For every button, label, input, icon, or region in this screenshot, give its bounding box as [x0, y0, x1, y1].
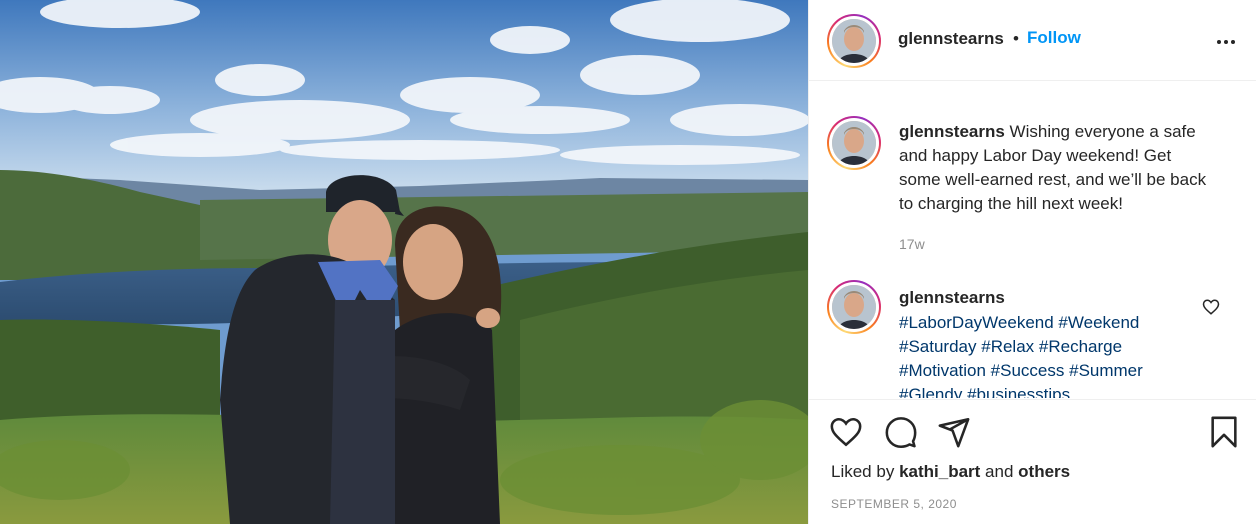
- liked-by-and: and: [985, 462, 1014, 481]
- avatar[interactable]: [827, 14, 881, 68]
- hashtag-link[interactable]: #Recharge: [1039, 337, 1122, 356]
- post-header: glennstearns • Follow: [809, 0, 1256, 81]
- hashtag-link[interactable]: #Success: [991, 361, 1065, 380]
- liked-by-user-link[interactable]: kathi_bart: [899, 462, 980, 481]
- comments-list[interactable]: glennstearns Wishing everyone a safe and…: [809, 82, 1256, 398]
- post-side-panel: glennstearns • Follow glennstearns Wishi…: [808, 0, 1256, 524]
- hashtag-link[interactable]: #Relax: [981, 337, 1034, 356]
- hashtag-link[interactable]: #Motivation: [899, 361, 986, 380]
- hashtag-link[interactable]: #businesstips: [967, 385, 1070, 398]
- caption-username[interactable]: glennstearns: [899, 122, 1005, 141]
- post-actions: Liked by kathi_bart and others SEPTEMBER…: [809, 399, 1256, 524]
- follow-button[interactable]: Follow: [1027, 28, 1081, 48]
- avatar[interactable]: [827, 116, 881, 170]
- comment-username[interactable]: glennstearns: [899, 288, 1005, 308]
- heart-icon[interactable]: [1202, 298, 1220, 316]
- hashtag-link[interactable]: #Weekend: [1058, 313, 1139, 332]
- liked-by-others-link[interactable]: others: [1018, 462, 1070, 481]
- post-date[interactable]: SEPTEMBER 5, 2020: [831, 497, 957, 511]
- avatar[interactable]: [827, 280, 881, 334]
- caption: glennstearns Wishing everyone a safe and…: [899, 120, 1217, 216]
- liked-by-summary: Liked by kathi_bart and others: [831, 462, 1070, 482]
- hashtag-link[interactable]: #Summer: [1069, 361, 1143, 380]
- bookmark-icon[interactable]: [1207, 415, 1241, 449]
- heart-icon[interactable]: [829, 415, 863, 449]
- caption-timestamp[interactable]: 17w: [899, 236, 925, 252]
- more-options-icon[interactable]: [1214, 30, 1238, 54]
- liked-by-prefix: Liked by: [831, 462, 895, 481]
- avatar-photo: [832, 121, 876, 165]
- photo-scene: [0, 0, 808, 524]
- hashtag-link[interactable]: #Glendy: [899, 385, 962, 398]
- hashtag-link[interactable]: #Saturday: [899, 337, 977, 356]
- post-photo[interactable]: [0, 0, 808, 524]
- comment-icon[interactable]: [884, 415, 918, 449]
- avatar-photo: [832, 285, 876, 329]
- header-separator: •: [1013, 29, 1019, 48]
- hashtag-link[interactable]: #LaborDayWeekend: [899, 313, 1054, 332]
- share-icon[interactable]: [937, 415, 971, 449]
- header-username[interactable]: glennstearns: [898, 29, 1004, 49]
- avatar-photo: [832, 19, 876, 63]
- comment-hashtags: #LaborDayWeekend #Weekend #Saturday #Rel…: [899, 311, 1199, 398]
